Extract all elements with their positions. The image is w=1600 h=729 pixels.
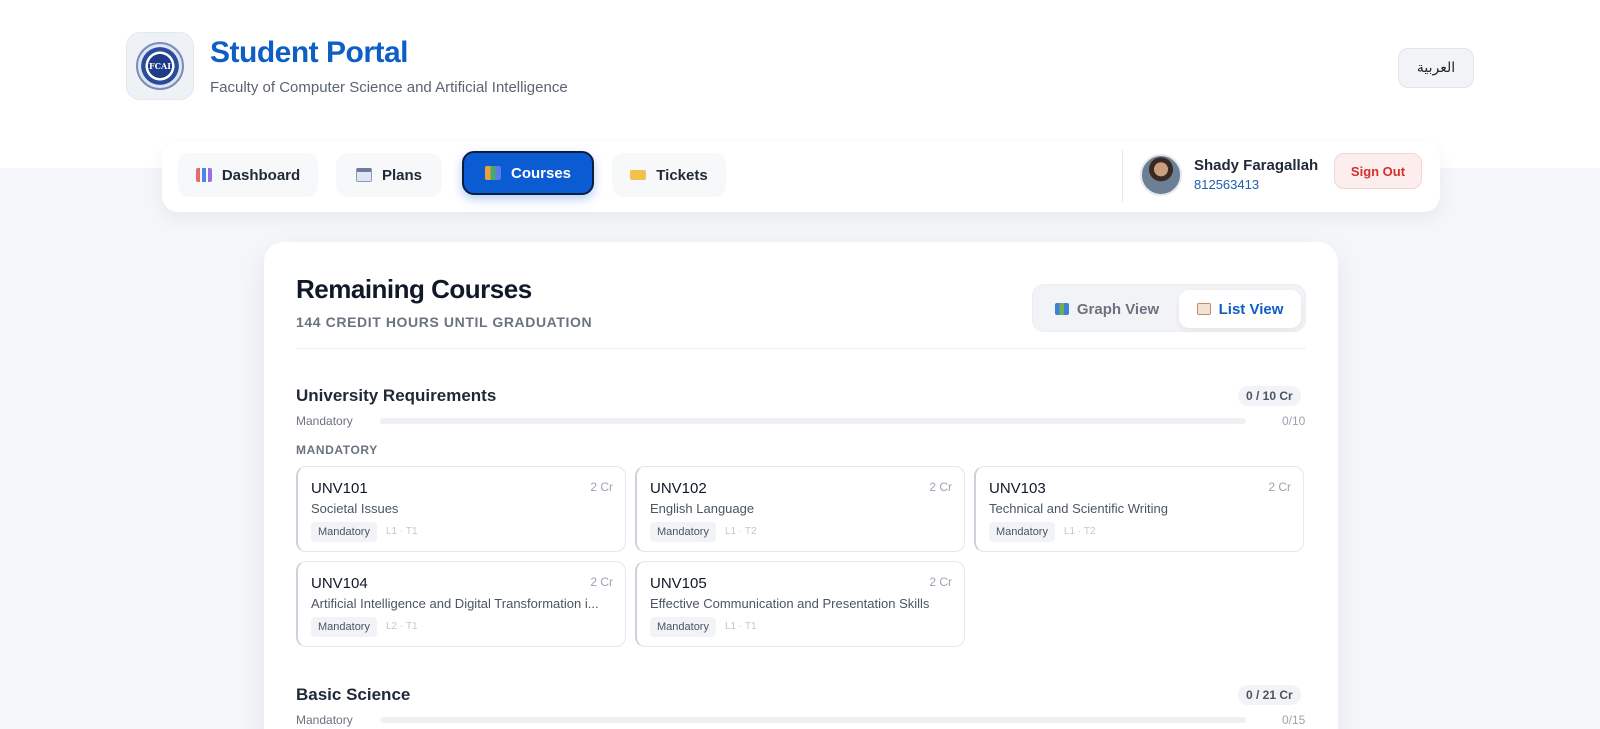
tab-tickets[interactable]: Tickets <box>612 153 726 197</box>
page-title: Remaining Courses <box>296 274 532 304</box>
fcai-seal-icon: FCAI <box>136 42 184 90</box>
course-name: Societal Issues <box>311 501 399 516</box>
course-credits: 2 Cr <box>929 480 952 494</box>
list-view-label: List View <box>1218 300 1284 318</box>
tab-dashboard[interactable]: Dashboard <box>178 153 318 197</box>
tab-plans[interactable]: Plans <box>336 153 442 197</box>
course-type-badge: Mandatory <box>311 617 377 637</box>
tab-courses-label: Courses <box>510 164 572 182</box>
course-type-badge: Mandatory <box>989 522 1055 542</box>
progress-count: 0/15 <box>1282 713 1306 727</box>
books-icon <box>484 166 501 180</box>
course-card-unv101[interactable]: UNV101 2 Cr Societal Issues Mandatory L1… <box>296 466 626 552</box>
course-term: L1 · T2 <box>1064 526 1096 537</box>
main-navbar: Dashboard Plans Courses Tickets Shady Fa… <box>162 142 1440 212</box>
course-card-unv102[interactable]: UNV102 2 Cr English Language Mandatory L… <box>635 466 965 552</box>
logo-text: FCAI <box>149 61 171 71</box>
course-code: UNV103 <box>989 480 1046 497</box>
nav-divider <box>1122 150 1123 202</box>
course-credits: 2 Cr <box>590 575 613 589</box>
tab-tickets-label: Tickets <box>656 166 708 184</box>
progress-label: Mandatory <box>296 713 353 727</box>
course-term: L1 · T2 <box>725 526 757 537</box>
course-code: UNV105 <box>650 575 707 592</box>
course-code: UNV102 <box>650 480 707 497</box>
course-credits: 2 Cr <box>1268 480 1291 494</box>
progress-count: 0/10 <box>1282 414 1306 428</box>
brand: Student Portal Faculty of Computer Scien… <box>210 36 568 96</box>
language-toggle-button[interactable]: العربية <box>1398 48 1474 88</box>
faculty-name: Faculty of Computer Science and Artifici… <box>210 79 568 96</box>
user-avatar[interactable] <box>1140 154 1182 196</box>
remaining-courses-card: Remaining Courses 144 CREDIT HOURS UNTIL… <box>264 242 1338 729</box>
course-type-badge: Mandatory <box>311 522 377 542</box>
progress-label: Mandatory <box>296 414 353 428</box>
progress-bar <box>380 717 1246 723</box>
list-view-button[interactable]: List View <box>1179 290 1301 328</box>
view-toggle: Graph View List View <box>1032 284 1306 332</box>
progress-bar <box>380 418 1246 424</box>
course-type-badge: Mandatory <box>650 522 716 542</box>
course-term: L1 · T1 <box>386 526 418 537</box>
tab-courses[interactable]: Courses <box>462 151 594 195</box>
course-card-unv105[interactable]: UNV105 2 Cr Effective Communication and … <box>635 561 965 647</box>
course-code: UNV104 <box>311 575 368 592</box>
faculty-logo: FCAI <box>126 32 194 100</box>
course-card-unv103[interactable]: UNV103 2 Cr Technical and Scientific Wri… <box>974 466 1304 552</box>
course-name: Technical and Scientific Writing <box>989 501 1168 516</box>
sign-out-button[interactable]: Sign Out <box>1334 153 1422 189</box>
course-card-unv104[interactable]: UNV104 2 Cr Artificial Intelligence and … <box>296 561 626 647</box>
ticket-icon <box>630 170 647 180</box>
course-credits: 2 Cr <box>929 575 952 589</box>
credit-hours-remaining: 144 CREDIT HOURS UNTIL GRADUATION <box>296 314 593 330</box>
course-code: UNV101 <box>311 480 368 497</box>
course-name: English Language <box>650 501 755 516</box>
course-type-badge: Mandatory <box>650 617 716 637</box>
bar-chart-icon <box>195 168 212 182</box>
user-name: Shady Faragallah <box>1194 157 1319 174</box>
graph-view-label: Graph View <box>1076 300 1160 318</box>
page-header: FCAI Student Portal Faculty of Computer … <box>126 32 568 100</box>
section-credit-badge: 0 / 21 Cr <box>1238 685 1301 705</box>
tab-plans-label: Plans <box>381 166 423 184</box>
section-title-university-requirements: University Requirements <box>296 386 497 405</box>
course-term: L2 · T1 <box>386 621 418 632</box>
course-name: Effective Communication and Presentation… <box>650 596 930 611</box>
tab-dashboard-label: Dashboard <box>221 166 301 184</box>
course-term: L1 · T1 <box>725 621 757 632</box>
group-label-mandatory: MANDATORY <box>296 443 378 457</box>
graph-view-button[interactable]: Graph View <box>1039 290 1175 328</box>
app-title: Student Portal <box>210 36 409 69</box>
section-credit-badge: 0 / 10 Cr <box>1238 386 1301 406</box>
clipboard-icon <box>1196 303 1211 315</box>
course-credits: 2 Cr <box>590 480 613 494</box>
calendar-icon <box>355 168 372 182</box>
user-id: 812563413 <box>1194 177 1260 192</box>
course-name: Artificial Intelligence and Digital Tran… <box>311 596 599 611</box>
section-title-basic-science: Basic Science <box>296 685 411 704</box>
divider <box>296 348 1306 349</box>
map-icon <box>1054 303 1069 315</box>
